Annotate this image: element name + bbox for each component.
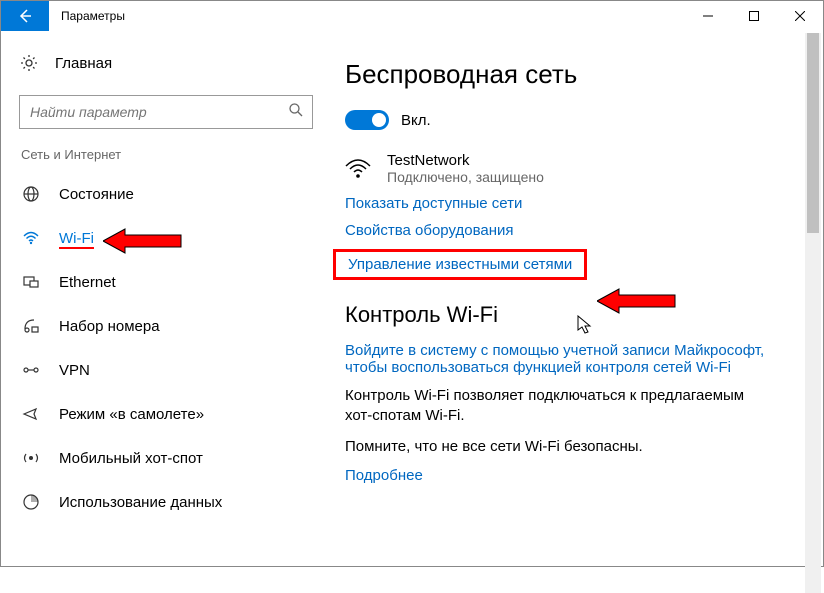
- wifi-icon: [21, 228, 41, 248]
- sidebar-item-label: Набор номера: [59, 318, 160, 335]
- hotspot-icon: [21, 448, 41, 468]
- sidebar-item-label: Использование данных: [59, 494, 222, 511]
- vertical-scrollbar[interactable]: [805, 33, 821, 593]
- wifi-toggle[interactable]: [345, 110, 389, 130]
- gear-icon: [19, 53, 39, 73]
- back-button[interactable]: [1, 1, 49, 31]
- sidebar-item-label: VPN: [59, 362, 90, 379]
- sidebar-item-airplane[interactable]: Режим «в самолете»: [19, 392, 331, 436]
- search-icon: [288, 102, 304, 123]
- sidebar-item-label: Мобильный хот-спот: [59, 450, 203, 467]
- maximize-button[interactable]: [731, 1, 777, 31]
- window-title: Параметры: [49, 1, 685, 31]
- sidebar-section-label: Сеть и Интернет: [21, 147, 331, 162]
- link-learn-more[interactable]: Подробнее: [345, 467, 423, 484]
- page-heading: Беспроводная сеть: [345, 59, 803, 90]
- network-status: Подключено, защищено: [387, 169, 544, 185]
- sidebar: Главная Сеть и Интернет Состояние Wi-Fi …: [1, 31, 331, 566]
- minimize-button[interactable]: [685, 1, 731, 31]
- scrollbar-thumb[interactable]: [807, 33, 819, 233]
- sidebar-item-data-usage[interactable]: Использование данных: [19, 480, 331, 524]
- sidebar-item-label: Режим «в самолете»: [59, 406, 204, 423]
- para-hotspots: Контроль Wi-Fi позволяет подключаться к …: [345, 386, 775, 427]
- current-network[interactable]: TestNetwork Подключено, защищено: [345, 152, 803, 185]
- para-safety: Помните, что не все сети Wi-Fi безопасны…: [345, 437, 775, 457]
- sidebar-item-hotspot[interactable]: Мобильный хот-спот: [19, 436, 331, 480]
- heading-wifi-control: Контроль Wi-Fi: [345, 302, 803, 328]
- link-signin-microsoft[interactable]: Войдите в систему с помощью учетной запи…: [345, 342, 775, 376]
- content-pane: Беспроводная сеть Вкл. TestNetwork Подкл…: [331, 31, 823, 566]
- wifi-toggle-label: Вкл.: [401, 112, 431, 129]
- link-show-available-networks[interactable]: Показать доступные сети: [345, 195, 522, 212]
- airplane-icon: [21, 404, 41, 424]
- sidebar-item-vpn[interactable]: VPN: [19, 348, 331, 392]
- search-input[interactable]: [30, 104, 288, 120]
- sidebar-home-label: Главная: [55, 55, 112, 72]
- search-box[interactable]: [19, 95, 313, 129]
- globe-icon: [21, 184, 41, 204]
- wifi-secure-icon: [345, 152, 373, 180]
- sidebar-home[interactable]: Главная: [19, 45, 331, 81]
- data-usage-icon: [21, 492, 41, 512]
- sidebar-item-label: Ethernet: [59, 274, 116, 291]
- close-button[interactable]: [777, 1, 823, 31]
- network-name: TestNetwork: [387, 152, 544, 169]
- sidebar-item-label: Wi-Fi: [59, 230, 94, 247]
- sidebar-item-status[interactable]: Состояние: [19, 172, 331, 216]
- sidebar-item-dialup[interactable]: Набор номера: [19, 304, 331, 348]
- sidebar-item-label: Состояние: [59, 186, 134, 203]
- link-manage-known-networks[interactable]: Управление известными сетями: [333, 249, 587, 280]
- dialup-icon: [21, 316, 41, 336]
- sidebar-item-ethernet[interactable]: Ethernet: [19, 260, 331, 304]
- sidebar-item-wifi[interactable]: Wi-Fi: [19, 216, 331, 260]
- ethernet-icon: [21, 272, 41, 292]
- link-hardware-properties[interactable]: Свойства оборудования: [345, 222, 514, 239]
- vpn-icon: [21, 360, 41, 380]
